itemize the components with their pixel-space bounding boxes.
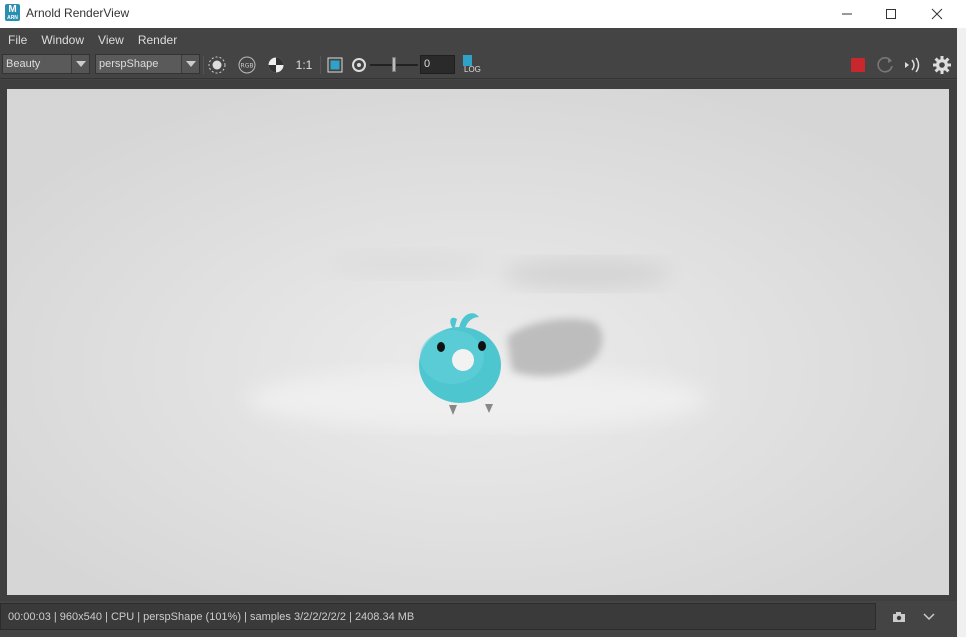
chevron-down-icon — [181, 55, 199, 73]
crosshair-icon — [208, 56, 226, 74]
menu-render[interactable]: Render — [133, 33, 182, 47]
camera-value: perspShape — [99, 58, 159, 70]
ratio-button[interactable]: 1:1 — [292, 54, 316, 76]
exposure-slider-handle[interactable] — [392, 57, 396, 72]
aperture-icon — [352, 58, 366, 72]
exposure-field[interactable]: 0 — [420, 55, 455, 74]
window-title: Arnold RenderView — [26, 6, 130, 20]
ipr-icon — [905, 57, 920, 73]
close-button[interactable] — [914, 0, 960, 28]
chevron-down-icon — [923, 612, 935, 620]
menu-bar: File Window View Render — [0, 28, 966, 51]
settings-icon — [933, 56, 951, 74]
rgb-button[interactable]: RGB — [236, 54, 258, 76]
close-icon — [931, 8, 943, 20]
rgb-icon: RGB — [238, 56, 256, 74]
expand-button[interactable] — [918, 603, 940, 630]
frame-button[interactable] — [324, 54, 346, 76]
snapshot-button[interactable] — [888, 603, 910, 630]
minimize-button[interactable] — [824, 0, 870, 28]
rendered-scene — [7, 89, 949, 595]
crosshair-button[interactable] — [206, 54, 228, 76]
menu-window[interactable]: Window — [36, 33, 89, 47]
exposure-button[interactable] — [348, 54, 370, 76]
maximize-button[interactable] — [868, 0, 914, 28]
render-image[interactable] — [7, 89, 949, 595]
checker-button[interactable] — [265, 54, 287, 76]
menu-view[interactable]: View — [93, 33, 129, 47]
log-button[interactable]: LOG — [462, 54, 482, 76]
stop-render-button[interactable] — [847, 54, 869, 76]
refresh-icon — [877, 57, 893, 73]
window-edge — [957, 28, 966, 637]
minimize-icon — [842, 13, 852, 15]
aov-dropdown[interactable]: Beauty — [2, 54, 90, 74]
toolbar: Beauty perspShape RGB 1:1 0 LOG — [0, 51, 966, 79]
aov-value: Beauty — [6, 58, 41, 70]
menu-file[interactable]: File — [3, 33, 32, 47]
maximize-icon — [886, 9, 896, 19]
refresh-button[interactable] — [875, 54, 897, 76]
stop-render-icon — [851, 58, 865, 72]
settings-button[interactable] — [931, 54, 953, 76]
maya-app-icon: M ARN — [5, 4, 20, 21]
camera-dropdown[interactable]: perspShape — [95, 54, 200, 74]
checker-icon — [268, 57, 284, 73]
frame-icon — [327, 57, 343, 73]
chevron-down-icon — [71, 55, 89, 73]
title-bar: M ARN Arnold RenderView — [0, 0, 966, 28]
svg-text:RGB: RGB — [241, 63, 254, 70]
ipr-button[interactable] — [902, 54, 924, 76]
status-bar: 00:00:03 | 960x540 | CPU | perspShape (1… — [0, 603, 876, 630]
camera-icon — [893, 611, 905, 622]
